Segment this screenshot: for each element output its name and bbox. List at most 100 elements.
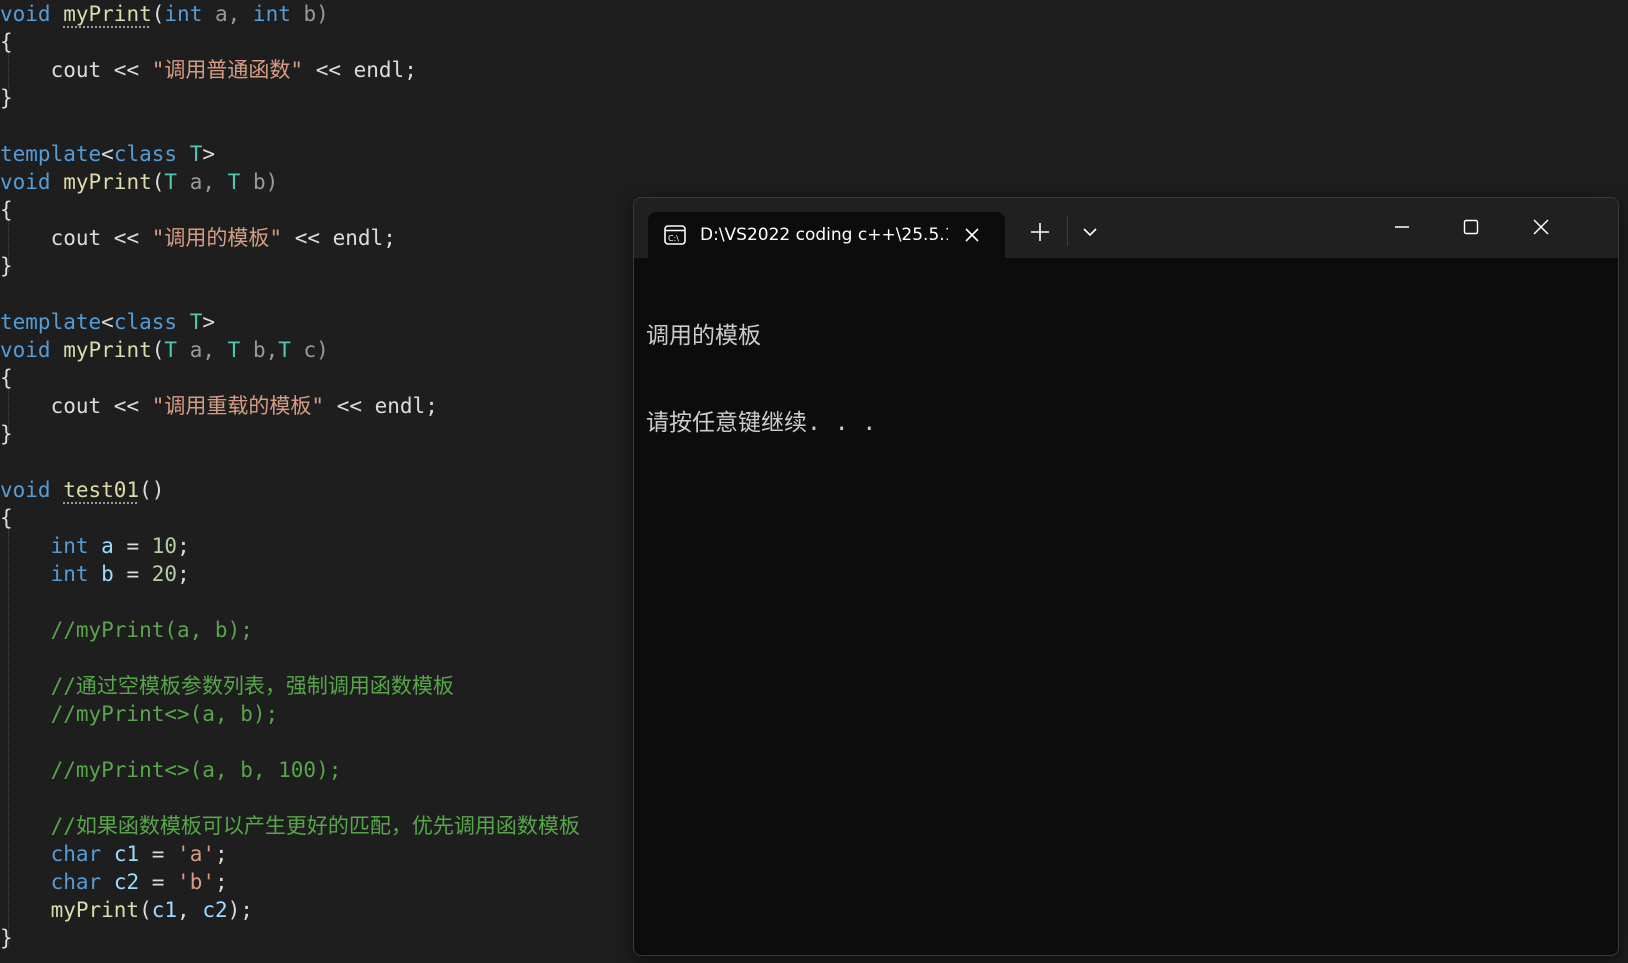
code-token: a <box>101 534 114 558</box>
code-token: = <box>139 842 178 866</box>
code-token: int <box>252 2 291 26</box>
code-token: template <box>0 310 102 334</box>
code-line[interactable]: cout << "调用的模板" << endl; <box>0 224 396 252</box>
code-token: void <box>0 338 51 362</box>
window-close-icon[interactable] <box>1518 212 1564 242</box>
code-token: } <box>0 254 13 278</box>
code-line[interactable]: //myPrint(a, b); <box>0 616 253 644</box>
code-token: ; <box>214 870 228 894</box>
code-token: 'b' <box>177 870 215 894</box>
code-line[interactable]: //myPrint<>(a, b, 100); <box>0 756 342 784</box>
svg-text:C:\: C:\ <box>668 234 679 243</box>
code-line[interactable]: void myPrint(int a, int b) <box>0 0 329 28</box>
code-line[interactable]: { <box>0 364 13 392</box>
code-token: = <box>113 534 152 558</box>
code-line[interactable]: //如果函数模板可以产生更好的匹配，优先调用函数模板 <box>0 812 580 840</box>
code-line[interactable]: } <box>0 84 13 112</box>
code-token: () <box>139 478 165 502</box>
code-token: { <box>0 198 13 222</box>
title-bar[interactable]: C:\ D:\VS2022 coding c++\25.5.1 <box>634 198 1618 258</box>
code-token: a, <box>177 338 228 362</box>
plus-icon[interactable] <box>1028 220 1052 244</box>
maximize-icon[interactable] <box>1448 212 1494 242</box>
divider <box>1067 216 1068 246</box>
code-token: "调用的模板" <box>151 226 283 250</box>
code-token: void <box>0 2 51 26</box>
code-token: ( <box>151 338 165 362</box>
code-token: a, <box>202 2 253 26</box>
code-token: cout <box>0 58 114 82</box>
code-line[interactable]: myPrint(c1, c2); <box>0 896 253 924</box>
terminal-window[interactable]: C:\ D:\VS2022 coding c++\25.5.1 调用的模板 请按… <box>633 197 1619 956</box>
code-line[interactable]: void myPrint(T a, T b,T c) <box>0 336 329 364</box>
code-token: > <box>202 142 215 166</box>
code-token: cout <box>0 394 114 418</box>
code-token: b <box>101 562 114 586</box>
code-token: 20 <box>151 562 178 586</box>
terminal-tab[interactable]: C:\ D:\VS2022 coding c++\25.5.1 <box>648 212 1005 258</box>
code-token: { <box>0 506 13 530</box>
code-token: = <box>113 562 152 586</box>
code-line[interactable]: } <box>0 420 13 448</box>
code-line[interactable]: } <box>0 924 13 952</box>
code-line[interactable]: } <box>0 252 13 280</box>
code-token: T <box>227 170 241 194</box>
code-token: << <box>113 394 140 418</box>
code-token: c1 <box>113 842 140 866</box>
code-token: << <box>113 226 140 250</box>
code-token: ( <box>151 2 165 26</box>
code-line[interactable]: template<class T> <box>0 308 215 336</box>
code-token: char <box>50 842 102 866</box>
code-token: c2 <box>113 870 140 894</box>
close-icon[interactable] <box>962 225 982 245</box>
code-token: ; <box>177 562 190 586</box>
code-token: c1 <box>151 898 178 922</box>
code-token: //myPrint<>(a, b, 100); <box>0 758 342 782</box>
code-line[interactable]: cout << "调用普通函数" << endl; <box>0 56 417 84</box>
code-line[interactable]: //myPrint<>(a, b); <box>0 700 279 728</box>
code-line[interactable]: int a = 10; <box>0 532 190 560</box>
code-line[interactable]: void myPrint(T a, T b) <box>0 168 278 196</box>
code-token: << <box>113 58 140 82</box>
console-output[interactable]: 调用的模板 请按任意键继续. . . <box>646 264 1606 496</box>
code-line[interactable]: char c1 = 'a'; <box>0 840 228 868</box>
minimize-icon[interactable] <box>1379 212 1425 242</box>
code-token: int <box>50 534 89 558</box>
code-line[interactable]: char c2 = 'b'; <box>0 868 228 896</box>
code-token: } <box>0 422 13 446</box>
terminal-icon: C:\ <box>664 225 686 245</box>
console-line: 请按任意键继续. . . <box>646 410 877 436</box>
code-token: < <box>101 310 114 334</box>
code-token: //通过空模板参数列表，强制调用函数模板 <box>0 674 454 698</box>
code-line[interactable]: { <box>0 196 13 224</box>
code-token: c) <box>290 338 329 362</box>
code-token: int <box>164 2 203 26</box>
code-token: { <box>0 30 13 54</box>
chevron-down-icon[interactable] <box>1080 222 1100 242</box>
code-token: //myPrint<>(a, b); <box>0 702 279 726</box>
code-token: } <box>0 926 13 950</box>
code-line[interactable]: int b = 20; <box>0 560 190 588</box>
code-line[interactable]: template<class T> <box>0 140 215 168</box>
code-line[interactable]: { <box>0 504 13 532</box>
code-token: ; <box>214 842 228 866</box>
code-token: ( <box>151 170 165 194</box>
code-token: << endl; <box>303 58 417 82</box>
code-line[interactable]: //通过空模板参数列表，强制调用函数模板 <box>0 672 454 700</box>
code-token: "调用普通函数" <box>151 58 304 82</box>
code-line[interactable]: void test01() <box>0 476 164 504</box>
code-line[interactable]: { <box>0 28 13 56</box>
code-token: > <box>202 310 215 334</box>
code-token: T <box>189 142 203 166</box>
code-token: char <box>50 870 102 894</box>
code-line[interactable]: cout << "调用重载的模板" << endl; <box>0 392 438 420</box>
